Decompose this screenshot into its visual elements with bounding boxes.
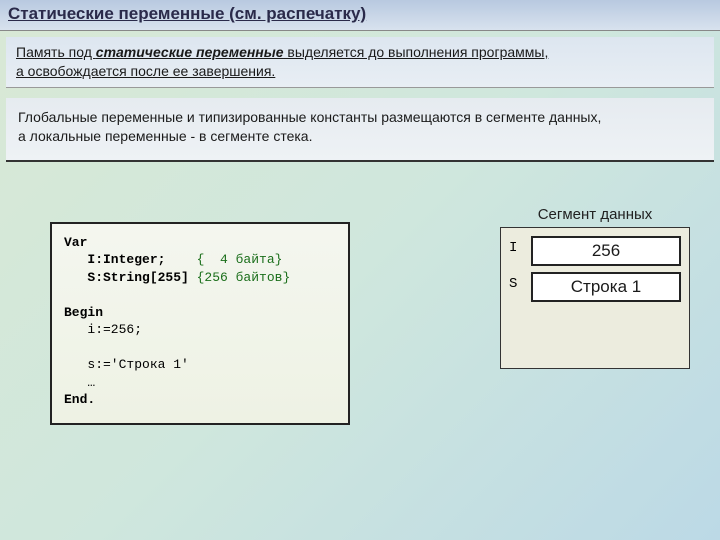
detail-t2: типизированные константы [199, 109, 378, 125]
code-l2b: { 4 байта} [197, 252, 283, 267]
detail-line-2: а локальные переменные - в сегменте стек… [18, 127, 702, 146]
intro-t1: Память под [16, 44, 96, 60]
intro-t2: выделяется до выполнения программы, [284, 44, 549, 60]
segment-label-i: I [509, 236, 531, 266]
code-l9: … [64, 375, 95, 390]
slide-title: Статические переменные (см. распечатку) [0, 0, 720, 31]
intro-line-1: Память под статические переменные выделя… [16, 43, 704, 62]
segment-row-s: S Строка 1 [509, 272, 681, 302]
segment-area: Сегмент данных I 256 S Строка 1 [500, 206, 690, 369]
code-l2a: I:Integer; [64, 252, 197, 267]
detail-t1: Глобальные переменные и [18, 109, 199, 125]
segment-value-s: Строка 1 [531, 272, 681, 302]
code-l5: Begin [64, 305, 103, 320]
code-l10: End. [64, 392, 95, 407]
content-area: Var I:Integer; { 4 байта} S:String[255] … [0, 202, 720, 502]
segment-value-i: 256 [531, 236, 681, 266]
segment-title: Сегмент данных [500, 206, 690, 223]
code-l3b: {256 байтов} [197, 270, 291, 285]
code-l3a: S:String[255] [64, 270, 197, 285]
segment-row-i: I 256 [509, 236, 681, 266]
detail-box: Глобальные переменные и типизированные к… [6, 98, 714, 162]
segment-label-s: S [509, 272, 531, 302]
detail-line-1: Глобальные переменные и типизированные к… [18, 108, 702, 127]
intro-box: Память под статические переменные выделя… [6, 37, 714, 88]
intro-emph: статические переменные [96, 44, 284, 60]
code-l1: Var [64, 235, 87, 250]
segment-box: I 256 S Строка 1 [500, 227, 690, 369]
detail-t3: размещаются в сегменте данных, [377, 109, 601, 125]
code-l6: i:=256; [64, 322, 142, 337]
intro-line-2: а освобождается после ее завершения. [16, 62, 704, 81]
code-l8: s:='Строка 1' [64, 357, 189, 372]
code-block: Var I:Integer; { 4 байта} S:String[255] … [50, 222, 350, 425]
